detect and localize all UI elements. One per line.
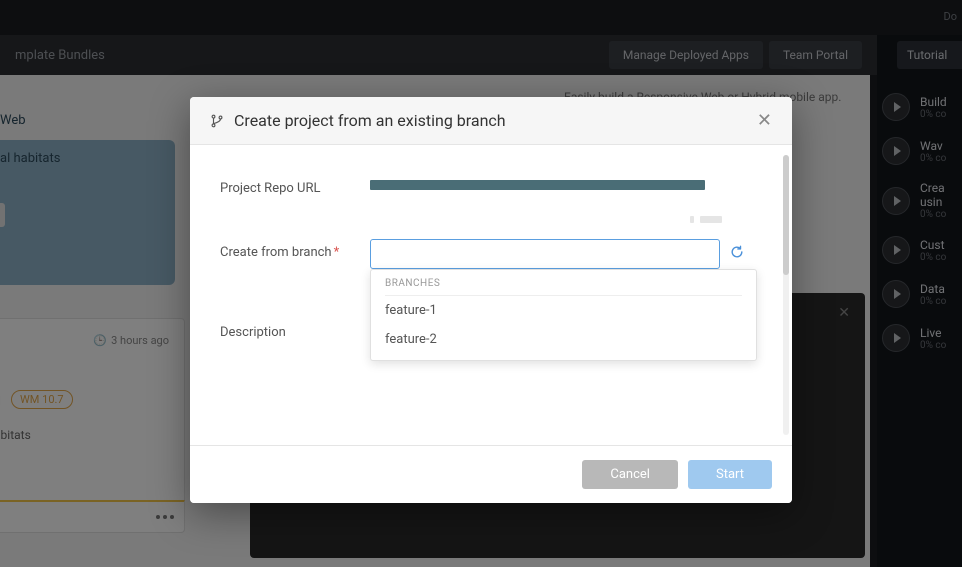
modal-body: Project Repo URL Create from branch* [190, 145, 792, 445]
start-button[interactable]: Start [688, 460, 772, 489]
modal-title: Create project from an existing branch [234, 111, 506, 130]
project-url-row: Project Repo URL [220, 175, 772, 223]
description-label: Description [220, 319, 370, 340]
branch-label: Create from branch* [220, 239, 370, 260]
refresh-icon [730, 245, 744, 259]
project-url-value-redacted [370, 180, 705, 190]
cancel-button[interactable]: Cancel [582, 460, 678, 489]
branch-option[interactable]: feature-1 [371, 296, 756, 325]
modal-footer: Cancel Start [190, 445, 792, 503]
scrollbar-thumb[interactable] [783, 155, 789, 275]
dropdown-section-header: BRANCHES [385, 278, 742, 296]
branch-icon [210, 114, 224, 128]
create-project-modal: Create project from an existing branch ✕… [190, 97, 792, 503]
branch-dropdown: BRANCHES feature-1 feature-2 [370, 269, 757, 361]
project-url-label: Project Repo URL [220, 175, 370, 196]
modal-close-button[interactable]: ✕ [757, 112, 772, 130]
modal-header: Create project from an existing branch ✕ [190, 97, 792, 145]
branch-option[interactable]: feature-2 [371, 325, 756, 354]
refresh-branches-button[interactable] [730, 245, 744, 263]
branch-row: Create from branch* BRANCHES feature-1 [220, 239, 772, 269]
branch-input[interactable] [370, 239, 720, 269]
